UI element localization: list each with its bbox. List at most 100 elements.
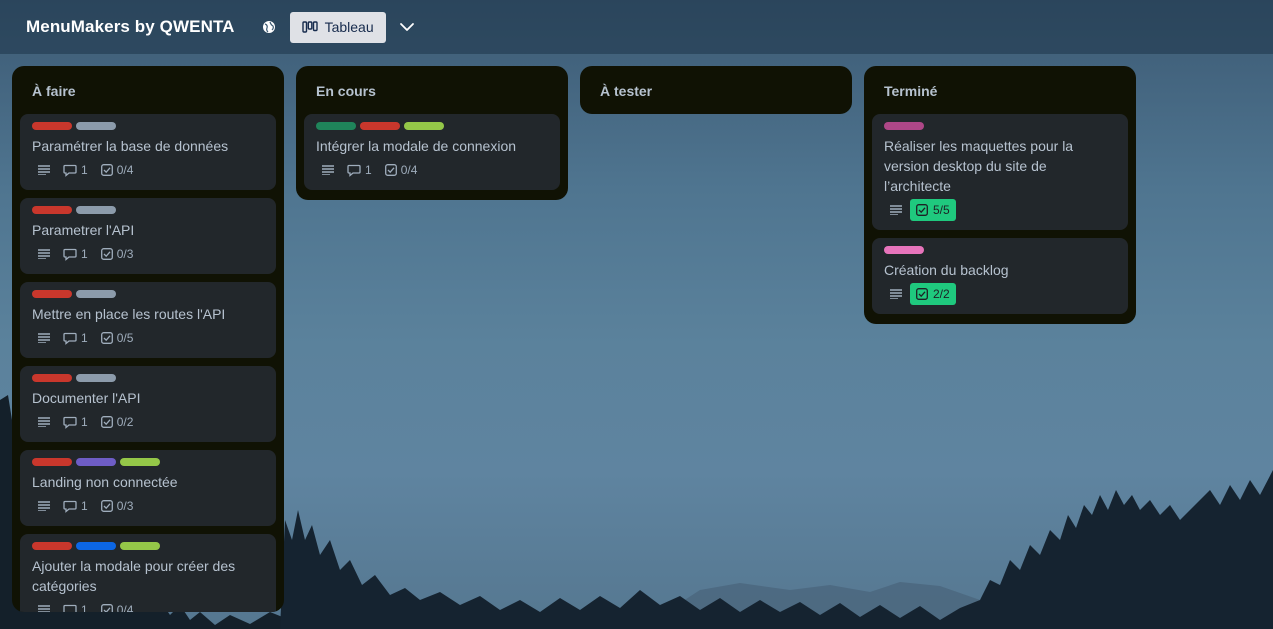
card-title: Ajouter la modale pour créer des catégor… xyxy=(32,558,236,594)
card[interactable]: Intégrer la modale de connexion 1 0/4 xyxy=(304,114,560,190)
card-labels[interactable] xyxy=(32,374,116,382)
card[interactable]: Création du backlog 2/2 xyxy=(872,238,1128,314)
comment-icon xyxy=(63,248,77,261)
card-badges: 1 0/5 xyxy=(32,328,133,348)
label-gray[interactable] xyxy=(76,374,116,382)
label-red[interactable] xyxy=(32,122,72,130)
card-labels[interactable] xyxy=(32,122,116,130)
description-icon xyxy=(32,328,54,348)
comment-badge: 1 xyxy=(347,160,372,180)
comment-icon xyxy=(347,164,361,177)
card-labels[interactable] xyxy=(884,122,924,130)
comment-icon xyxy=(63,164,77,177)
card-badges: 5/5 xyxy=(884,199,956,221)
comment-count: 1 xyxy=(81,415,88,429)
label-pink[interactable] xyxy=(884,246,924,254)
list-a-tester[interactable]: À tester xyxy=(580,66,852,114)
label-magenta[interactable] xyxy=(884,122,924,130)
label-red[interactable] xyxy=(32,206,72,214)
comment-icon xyxy=(63,500,77,513)
card-labels[interactable] xyxy=(316,122,444,130)
card-title: Landing non connectée xyxy=(32,474,178,490)
checklist-icon xyxy=(916,288,928,300)
card[interactable]: Ajouter la modale pour créer des catégor… xyxy=(20,534,276,612)
list-termine[interactable]: Terminé Réaliser les maquettes pour la v… xyxy=(864,66,1136,324)
checklist-badge: 0/5 xyxy=(100,328,134,348)
description-icon xyxy=(32,160,54,180)
comment-count: 1 xyxy=(365,163,372,177)
comment-badge: 1 xyxy=(63,496,88,516)
card[interactable]: Parametrer l'API 1 0/3 xyxy=(20,198,276,274)
label-purple[interactable] xyxy=(76,458,116,466)
comment-count: 1 xyxy=(81,499,88,513)
list-title[interactable]: À tester xyxy=(600,83,652,99)
label-lime[interactable] xyxy=(120,542,160,550)
checklist-icon xyxy=(100,500,113,512)
card-labels[interactable] xyxy=(32,290,116,298)
card-labels[interactable] xyxy=(884,246,924,254)
checklist-badge: 0/4 xyxy=(100,600,133,612)
checklist-count: 0/2 xyxy=(116,415,134,429)
card-badges: 1 0/2 xyxy=(32,412,133,432)
checklist-icon xyxy=(384,164,397,176)
list-title[interactable]: À faire xyxy=(32,83,76,99)
description-icon xyxy=(316,160,338,180)
checklist-count: 0/4 xyxy=(116,163,134,177)
card[interactable]: Documenter l'API 1 0/2 xyxy=(20,366,276,442)
card-labels[interactable] xyxy=(32,206,116,214)
label-red[interactable] xyxy=(32,290,72,298)
checklist-count: 0/5 xyxy=(116,331,134,345)
label-red[interactable] xyxy=(32,458,72,466)
view-switcher-button[interactable]: Tableau xyxy=(289,11,386,43)
card-title: Réaliser les maquettes pour la version d… xyxy=(884,138,1074,194)
card[interactable]: Landing non connectée 1 0/3 xyxy=(20,450,276,526)
globe-icon[interactable] xyxy=(262,20,276,34)
comment-badge: 1 xyxy=(63,600,88,612)
chevron-down-icon[interactable] xyxy=(398,18,416,36)
checklist-icon xyxy=(100,248,113,260)
card-title: Paramétrer la base de données xyxy=(32,138,229,154)
comment-badge: 1 xyxy=(63,244,88,264)
checklist-count: 0/4 xyxy=(400,163,418,177)
checklist-icon xyxy=(100,164,113,176)
description-icon xyxy=(32,244,54,264)
description-icon xyxy=(32,600,54,612)
comment-count: 1 xyxy=(81,331,88,345)
label-blue[interactable] xyxy=(76,542,116,550)
label-lime[interactable] xyxy=(120,458,160,466)
board-icon xyxy=(301,21,318,33)
label-gray[interactable] xyxy=(76,290,116,298)
checklist-badge: 0/4 xyxy=(100,160,134,180)
label-red[interactable] xyxy=(360,122,400,130)
list-title[interactable]: En cours xyxy=(316,83,376,99)
card-badges: 1 0/4 xyxy=(32,600,133,612)
checklist-badge: 0/3 xyxy=(100,244,133,264)
board-title[interactable]: MenuMakers by QWENTA xyxy=(26,17,235,37)
list-title[interactable]: Terminé xyxy=(884,83,937,99)
comment-badge: 1 xyxy=(63,160,88,180)
checklist-icon xyxy=(916,204,928,216)
checklist-badge: 0/4 xyxy=(384,160,418,180)
comment-count: 1 xyxy=(81,603,88,612)
card-title: Parametrer l'API xyxy=(32,222,135,238)
label-green[interactable] xyxy=(316,122,356,130)
card-badges: 1 0/3 xyxy=(32,244,133,264)
card[interactable]: Paramétrer la base de données 1 0/4 xyxy=(20,114,276,190)
card-title: Documenter l'API xyxy=(32,390,141,406)
label-gray[interactable] xyxy=(76,122,116,130)
card-labels[interactable] xyxy=(32,542,160,550)
label-red[interactable] xyxy=(32,542,72,550)
card-labels[interactable] xyxy=(32,458,160,466)
checklist-icon xyxy=(100,332,113,344)
card[interactable]: Mettre en place les routes l'API 1 0/5 xyxy=(20,282,276,358)
list-en-cours[interactable]: En cours Intégrer la modale de connexion… xyxy=(296,66,568,200)
list-a-faire[interactable]: À faire Paramétrer la base de données 1 … xyxy=(12,66,284,612)
label-lime[interactable] xyxy=(404,122,444,130)
card[interactable]: Réaliser les maquettes pour la version d… xyxy=(872,114,1128,230)
label-red[interactable] xyxy=(32,374,72,382)
description-icon xyxy=(32,412,54,432)
label-gray[interactable] xyxy=(76,206,116,214)
description-icon xyxy=(884,284,906,304)
card-title: Intégrer la modale de connexion xyxy=(316,138,517,154)
card-title: Mettre en place les routes l'API xyxy=(32,306,226,322)
